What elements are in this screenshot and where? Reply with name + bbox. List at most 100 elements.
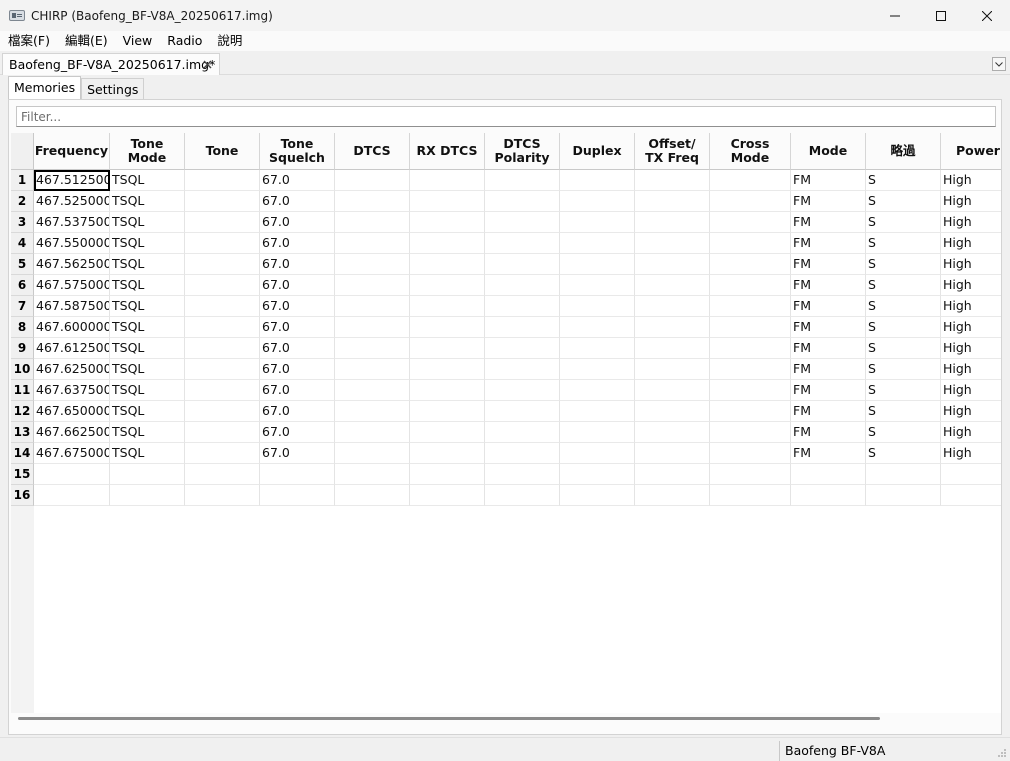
minimize-button[interactable] [872,0,918,31]
file-tab[interactable]: Baofeng_BF-V8A_20250617.img* [2,53,220,75]
cell-mode[interactable]: FM [791,401,866,422]
cell-dtcs-polarity[interactable] [485,359,560,380]
cell-dtcs[interactable] [335,401,410,422]
cell-rx-dtcs[interactable] [410,317,485,338]
cell-tone-squelch[interactable]: 67.0 [260,233,335,254]
cell-cross-mode[interactable] [710,233,791,254]
cell-frequency[interactable] [34,464,110,485]
cell-frequency[interactable]: 467.525000 [34,191,110,212]
table-row[interactable]: 11 467.637500 TSQL 67.0 FM S High [11,380,1001,401]
cell-mode[interactable]: FM [791,380,866,401]
cell-tone[interactable] [185,317,260,338]
cell-power[interactable]: High [941,275,1001,296]
cell-tone-mode[interactable]: TSQL [110,401,185,422]
cell-offset-tx-freq[interactable] [635,317,710,338]
cell-skip[interactable]: S [866,338,941,359]
cell-rx-dtcs[interactable] [410,191,485,212]
cell-tone-squelch[interactable]: 67.0 [260,296,335,317]
cell-rx-dtcs[interactable] [410,254,485,275]
cell-tone-mode[interactable]: TSQL [110,443,185,464]
maximize-button[interactable] [918,0,964,31]
table-row[interactable]: 16 [11,485,1001,506]
cell-duplex[interactable] [560,296,635,317]
cell-rx-dtcs[interactable] [410,464,485,485]
cell-tone-mode[interactable]: TSQL [110,338,185,359]
row-number[interactable]: 9 [11,338,34,359]
cell-duplex[interactable] [560,338,635,359]
cell-tone-mode[interactable]: TSQL [110,254,185,275]
cell-frequency[interactable]: 467.587500 [34,296,110,317]
cell-duplex[interactable] [560,464,635,485]
cell-rx-dtcs[interactable] [410,359,485,380]
cell-skip[interactable]: S [866,296,941,317]
column-header-skip[interactable]: 略過 [866,133,941,170]
cell-tone-squelch[interactable]: 67.0 [260,191,335,212]
cell-duplex[interactable] [560,485,635,506]
cell-tone-mode[interactable] [110,485,185,506]
cell-dtcs[interactable] [335,485,410,506]
cell-tone-squelch[interactable] [260,464,335,485]
table-row[interactable]: 10 467.625000 TSQL 67.0 FM S High [11,359,1001,380]
cell-dtcs-polarity[interactable] [485,296,560,317]
cell-dtcs[interactable] [335,254,410,275]
menu-view[interactable]: View [115,31,160,51]
filter-input[interactable] [16,106,996,127]
cell-skip[interactable]: S [866,422,941,443]
cell-cross-mode[interactable] [710,170,791,191]
column-header-duplex[interactable]: Duplex [560,133,635,170]
cell-offset-tx-freq[interactable] [635,485,710,506]
cell-skip[interactable]: S [866,317,941,338]
cell-dtcs[interactable] [335,380,410,401]
cell-tone[interactable] [185,296,260,317]
cell-tone-mode[interactable]: TSQL [110,233,185,254]
cell-power[interactable]: High [941,233,1001,254]
cell-offset-tx-freq[interactable] [635,401,710,422]
row-number[interactable]: 16 [11,485,34,506]
cell-tone-squelch[interactable]: 67.0 [260,380,335,401]
tab-settings[interactable]: Settings [81,78,145,99]
cell-tone[interactable] [185,443,260,464]
table-row[interactable]: 1 467.512500 TSQL 67.0 FM S High [11,170,1001,191]
cell-offset-tx-freq[interactable] [635,422,710,443]
cell-power[interactable]: High [941,443,1001,464]
cell-tone-squelch[interactable]: 67.0 [260,170,335,191]
cell-duplex[interactable] [560,422,635,443]
cell-tone-mode[interactable]: TSQL [110,170,185,191]
cell-power[interactable]: High [941,254,1001,275]
cell-power[interactable]: High [941,380,1001,401]
cell-offset-tx-freq[interactable] [635,359,710,380]
cell-duplex[interactable] [560,401,635,422]
cell-skip[interactable] [866,485,941,506]
cell-frequency[interactable] [34,485,110,506]
cell-cross-mode[interactable] [710,254,791,275]
cell-power[interactable]: High [941,317,1001,338]
cell-tone-mode[interactable]: TSQL [110,191,185,212]
cell-tone[interactable] [185,485,260,506]
cell-dtcs[interactable] [335,170,410,191]
cell-skip[interactable]: S [866,359,941,380]
row-number[interactable]: 8 [11,317,34,338]
cell-duplex[interactable] [560,443,635,464]
cell-cross-mode[interactable] [710,443,791,464]
cell-duplex[interactable] [560,212,635,233]
cell-cross-mode[interactable] [710,338,791,359]
resize-grip-icon[interactable] [997,748,1007,758]
cell-mode[interactable]: FM [791,443,866,464]
cell-tone[interactable] [185,359,260,380]
cell-cross-mode[interactable] [710,212,791,233]
cell-offset-tx-freq[interactable] [635,275,710,296]
cell-dtcs-polarity[interactable] [485,212,560,233]
cell-frequency[interactable]: 467.512500 [34,170,110,191]
cell-frequency[interactable]: 467.550000 [34,233,110,254]
cell-cross-mode[interactable] [710,359,791,380]
cell-rx-dtcs[interactable] [410,275,485,296]
row-number[interactable]: 15 [11,464,34,485]
cell-dtcs[interactable] [335,422,410,443]
cell-skip[interactable]: S [866,170,941,191]
cell-power[interactable] [941,485,1001,506]
row-number[interactable]: 1 [11,170,34,191]
cell-skip[interactable]: S [866,212,941,233]
row-number[interactable]: 14 [11,443,34,464]
cell-cross-mode[interactable] [710,485,791,506]
table-row[interactable]: 7 467.587500 TSQL 67.0 FM S High [11,296,1001,317]
